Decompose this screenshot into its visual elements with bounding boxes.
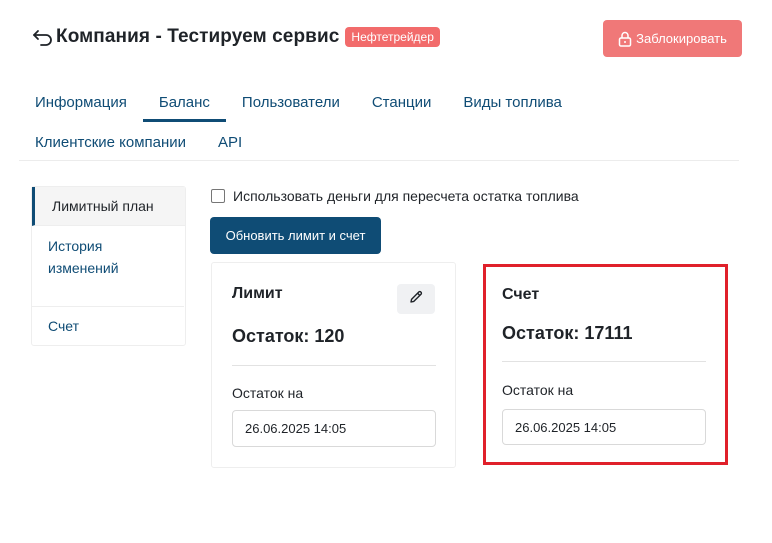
limit-card-divider <box>232 365 436 366</box>
side-item-account[interactable]: Счет <box>32 307 185 345</box>
account-card-highlight <box>483 264 728 465</box>
page-title: Компания - Тестируем сервис <box>56 26 340 47</box>
tab-fuel-types[interactable]: Виды топлива <box>447 82 578 122</box>
tab-information[interactable]: Информация <box>19 82 143 122</box>
tab-api[interactable]: API <box>202 122 258 162</box>
tab-users[interactable]: Пользователи <box>226 82 356 122</box>
side-item-change-history[interactable]: История изменений <box>32 226 184 307</box>
limit-date-input[interactable] <box>232 410 436 447</box>
tabs-divider <box>19 160 739 161</box>
tab-stations[interactable]: Станции <box>356 82 448 122</box>
back-arrow-icon[interactable] <box>32 26 54 48</box>
use-money-label: Использовать деньги для пересчета остатк… <box>233 188 579 204</box>
tab-client-companies[interactable]: Клиентские компании <box>19 122 202 162</box>
company-type-badge: Нефтетрейдер <box>345 27 440 47</box>
company-tabs: Информация Баланс Пользователи Станции В… <box>19 82 739 162</box>
block-company-label: Заблокировать <box>636 31 727 46</box>
block-company-button[interactable]: Заблокировать <box>603 20 742 57</box>
limit-balance: Остаток: 120 <box>232 326 345 346</box>
lock-icon <box>618 31 632 47</box>
tab-row-1: Информация Баланс Пользователи Станции В… <box>19 82 739 122</box>
tab-row-2: Клиентские компании API <box>19 122 739 162</box>
limit-card: Лимит Остаток: 120 Остаток на <box>211 262 456 468</box>
use-money-option: Использовать деньги для пересчета остатк… <box>211 188 579 204</box>
edit-limit-button[interactable] <box>397 284 435 314</box>
tab-balance[interactable]: Баланс <box>142 82 227 122</box>
limit-date-label: Остаток на <box>232 385 304 401</box>
side-item-limit-plan[interactable]: Лимитный план <box>32 187 185 226</box>
use-money-checkbox[interactable] <box>211 189 225 203</box>
page-header: Компания - Тестируем сервис Нефтетрейдер <box>32 26 440 48</box>
update-limit-and-account-button[interactable]: Обновить лимит и счет <box>210 217 381 254</box>
pencil-icon <box>408 289 424 310</box>
balance-side-menu: Лимитный план История изменений Счет <box>31 186 186 346</box>
limit-card-title: Лимит <box>232 285 283 302</box>
